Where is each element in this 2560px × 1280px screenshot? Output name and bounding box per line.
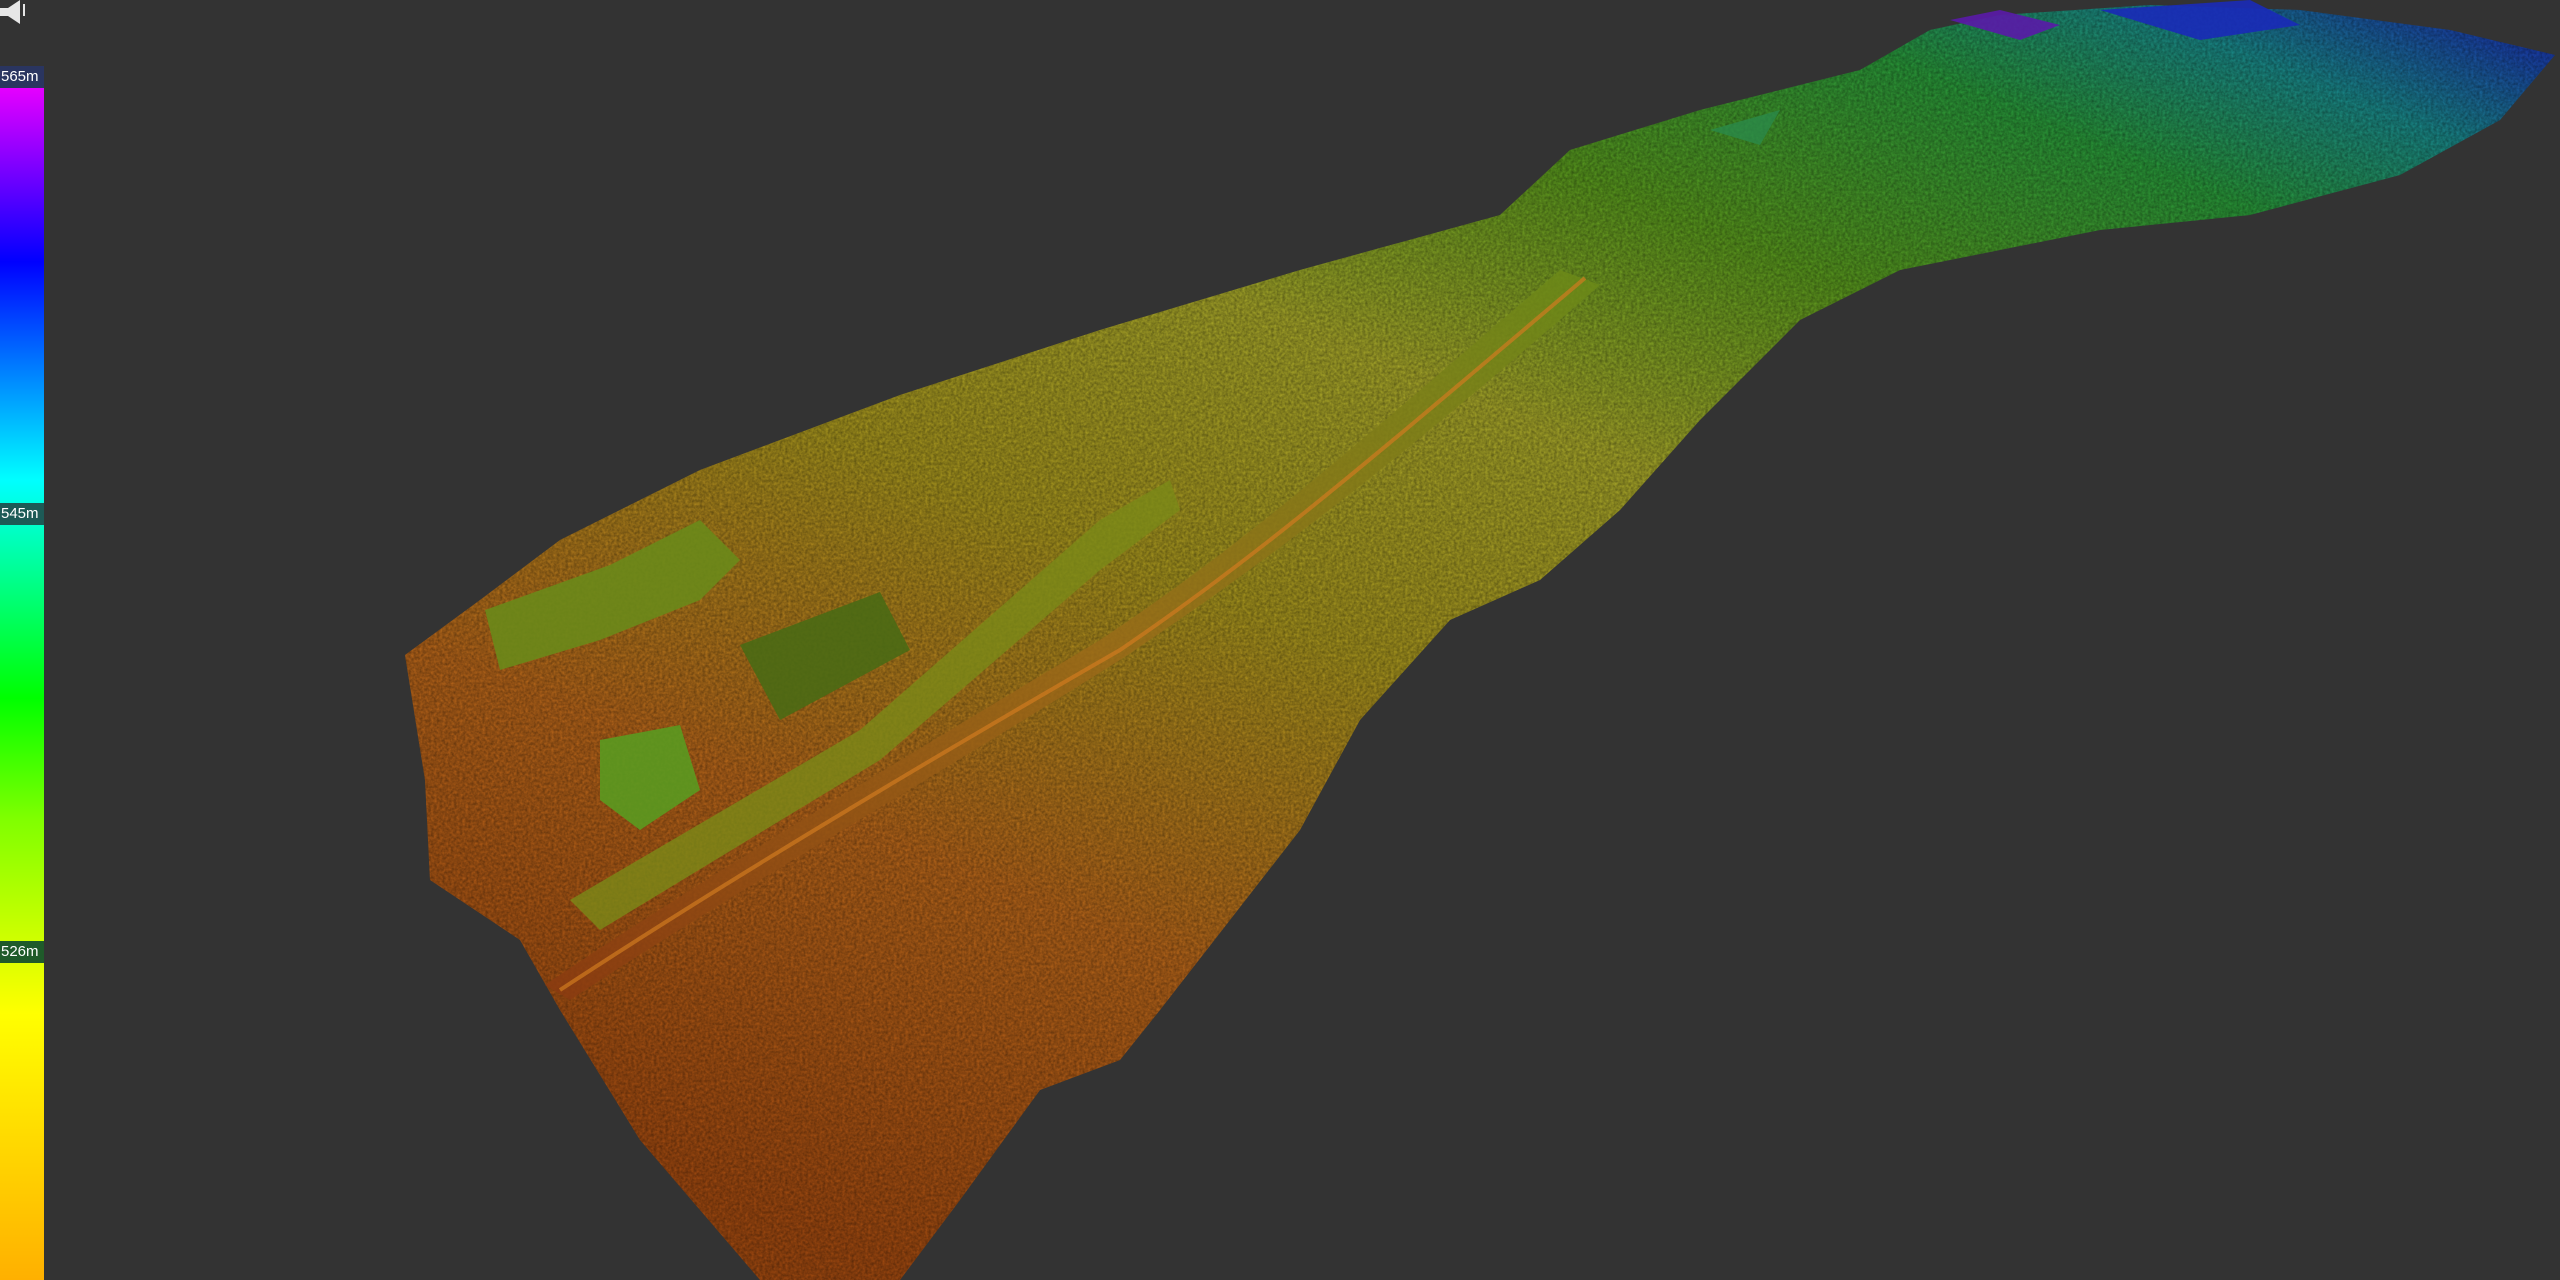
point-cloud-render[interactable] xyxy=(0,0,2560,1280)
legend-max-label: 565m xyxy=(0,66,44,88)
point-cloud-viewport[interactable]: 565m 545m 526m xyxy=(0,0,2560,1280)
speaker-icon[interactable] xyxy=(0,0,28,28)
elevation-color-scale xyxy=(0,68,44,1280)
legend-min-label: 526m xyxy=(0,941,44,963)
terrain-surface xyxy=(405,5,2555,1280)
legend-mid-label: 545m xyxy=(0,503,44,525)
